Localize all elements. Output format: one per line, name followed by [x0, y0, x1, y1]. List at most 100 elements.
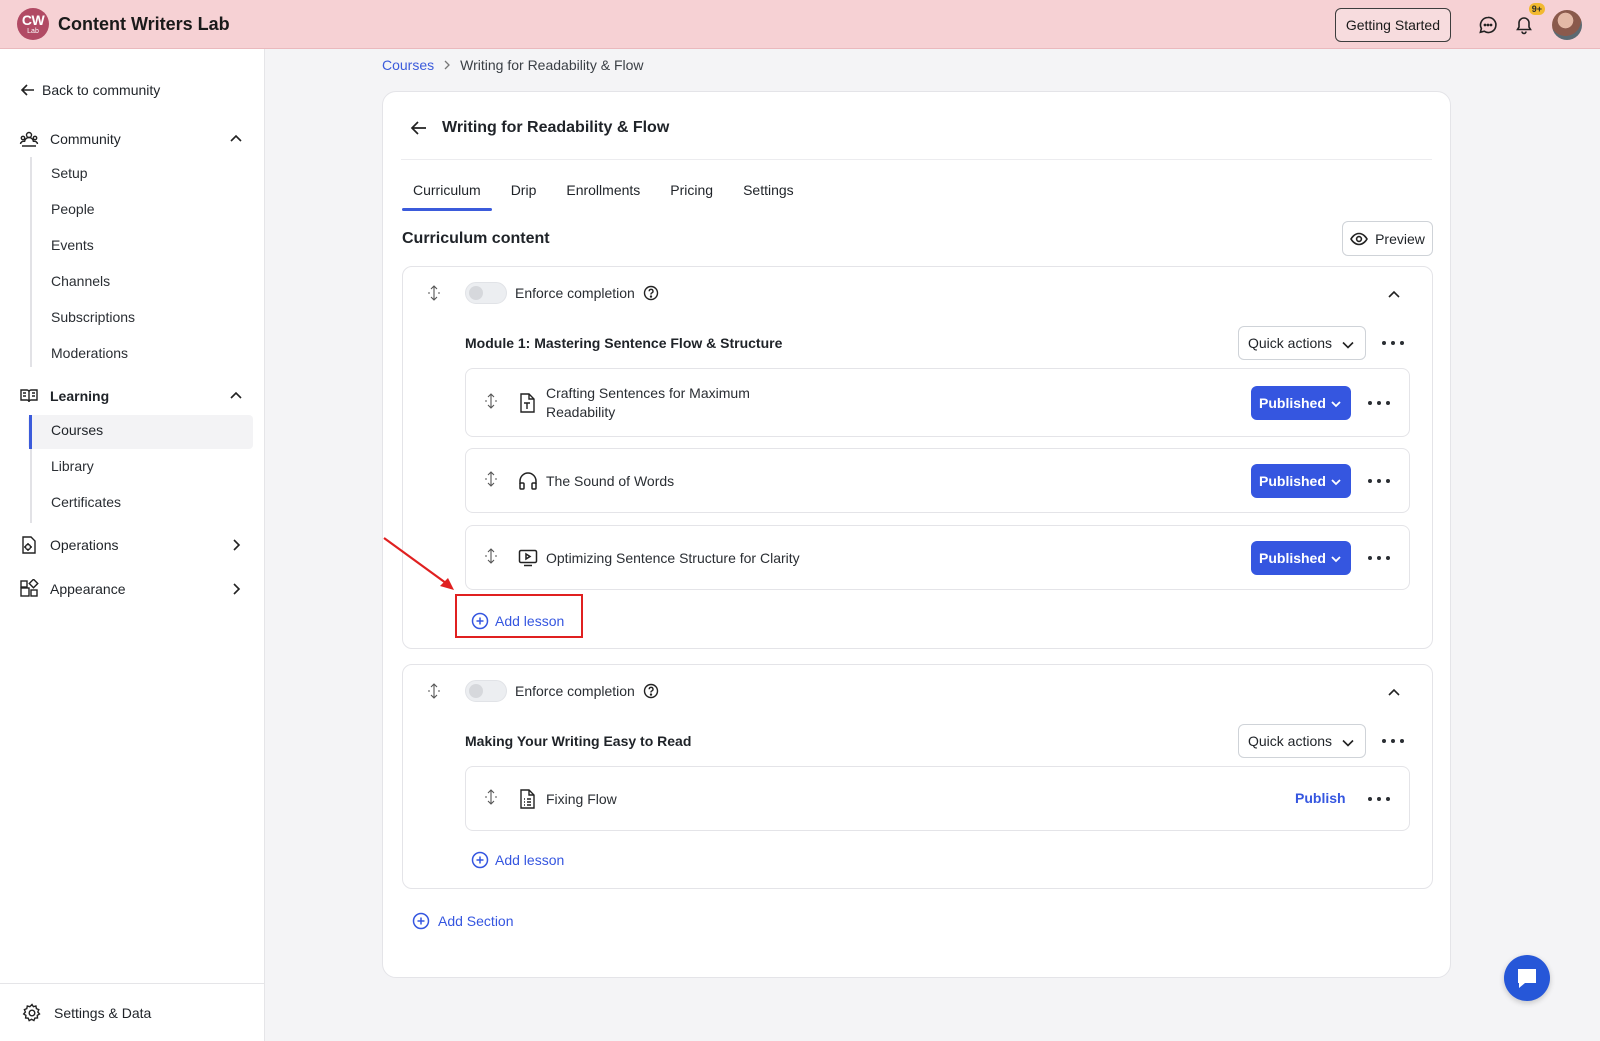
settings-data-label: Settings & Data	[54, 1004, 152, 1021]
video-icon	[518, 549, 538, 567]
nav-group-operations[interactable]: Operations	[18, 534, 250, 556]
sidebar-item-library[interactable]: Library	[51, 458, 94, 474]
tab-curriculum[interactable]: Curriculum	[402, 182, 492, 211]
status-label: Published	[1259, 395, 1326, 411]
lesson-more-icon[interactable]	[1368, 475, 1390, 487]
lesson-title: Crafting Sentences for Maximum Readabili…	[546, 384, 750, 422]
support-chat-button[interactable]	[1504, 955, 1550, 1001]
sidebar-item-people[interactable]: People	[51, 201, 95, 217]
section-title: Making Your Writing Easy to Read	[465, 733, 692, 749]
lesson-more-icon[interactable]	[1368, 397, 1390, 409]
nav-group-community[interactable]: Community	[18, 128, 250, 150]
user-avatar[interactable]	[1552, 9, 1582, 40]
drag-handle-icon[interactable]	[427, 285, 441, 301]
operations-label: Operations	[50, 537, 119, 553]
logo-text: CW	[21, 12, 45, 28]
quick-actions-dropdown[interactable]: Quick actions	[1238, 724, 1366, 758]
curriculum-section: Enforce completion Module 1: Mastering S…	[402, 266, 1433, 649]
tab-enrollments[interactable]: Enrollments	[566, 182, 640, 210]
quick-actions-dropdown[interactable]: Quick actions	[1238, 326, 1366, 360]
sidebar-item-courses[interactable]: Courses	[51, 422, 103, 438]
preview-button[interactable]: Preview	[1342, 221, 1433, 256]
lesson-row[interactable]: Optimizing Sentence Structure for Clarit…	[465, 525, 1410, 590]
plus-circle-icon	[412, 912, 430, 930]
chevron-right-icon[interactable]	[228, 581, 244, 597]
sidebar-item-channels[interactable]: Channels	[51, 273, 110, 289]
course-tabs: Curriculum Drip Enrollments Pricing Sett…	[402, 182, 824, 211]
app-title[interactable]: Content Writers Lab	[58, 14, 230, 35]
section-title: Module 1: Mastering Sentence Flow & Stru…	[465, 335, 783, 351]
lesson-title: The Sound of Words	[546, 473, 675, 489]
appearance-label: Appearance	[50, 581, 126, 597]
annotation-highlight-box	[455, 594, 583, 638]
published-status-dropdown[interactable]: Published	[1251, 464, 1351, 498]
help-icon[interactable]	[643, 285, 659, 301]
curriculum-heading: Curriculum content	[402, 230, 550, 247]
status-label: Published	[1259, 550, 1326, 566]
chevron-down-icon	[1331, 556, 1341, 563]
lesson-title-line-2: Readability	[546, 404, 616, 420]
chat-bubble-icon	[1518, 969, 1536, 988]
section-more-icon[interactable]	[1382, 735, 1404, 747]
settings-data-link[interactable]: Settings & Data	[0, 983, 264, 1041]
chevron-right-icon[interactable]	[228, 537, 244, 553]
notifications-bell-icon[interactable]: 9+	[1512, 2, 1545, 37]
arrow-left-icon[interactable]	[410, 119, 428, 137]
chevron-down-icon	[1342, 341, 1354, 349]
appearance-icon	[18, 578, 40, 600]
lesson-more-icon[interactable]	[1368, 793, 1390, 805]
lesson-more-icon[interactable]	[1368, 552, 1390, 564]
getting-started-button[interactable]: Getting Started	[1334, 7, 1451, 42]
drag-handle-icon[interactable]	[427, 683, 441, 699]
lesson-title: Fixing Flow	[546, 791, 617, 807]
sidebar-item-moderations[interactable]: Moderations	[51, 345, 128, 361]
published-status-dropdown[interactable]: Published	[1251, 541, 1351, 575]
tab-settings[interactable]: Settings	[743, 182, 794, 210]
chevron-up-icon[interactable]	[1386, 287, 1402, 303]
course-card: Writing for Readability & Flow Curriculu…	[382, 91, 1451, 978]
publish-button[interactable]: Publish	[1295, 790, 1346, 806]
app-logo[interactable]: CW Lab	[17, 8, 49, 40]
chat-icon[interactable]	[1476, 13, 1500, 37]
lesson-row[interactable]: The Sound of Words Published	[465, 448, 1410, 513]
section-more-icon[interactable]	[1382, 337, 1404, 349]
drag-handle-icon[interactable]	[484, 471, 498, 487]
drag-handle-icon[interactable]	[484, 548, 498, 564]
nav-group-learning[interactable]: Learning	[18, 385, 250, 407]
breadcrumb-courses-link[interactable]: Courses	[382, 57, 434, 73]
document-icon	[520, 789, 535, 809]
quick-actions-label: Quick actions	[1248, 733, 1333, 749]
chevron-down-icon	[1331, 401, 1341, 408]
chevron-up-icon[interactable]	[228, 388, 244, 404]
sidebar-active-indicator	[29, 415, 32, 449]
chevron-down-icon	[1342, 739, 1354, 747]
drag-handle-icon[interactable]	[484, 393, 498, 409]
help-icon[interactable]	[643, 683, 659, 699]
back-to-community-link[interactable]: Back to community	[20, 82, 160, 98]
add-section-button[interactable]: Add Section	[412, 912, 514, 930]
sidebar-item-setup[interactable]: Setup	[51, 165, 88, 181]
chevron-up-icon[interactable]	[228, 131, 244, 147]
drag-handle-icon[interactable]	[484, 789, 498, 805]
chevron-right-icon	[442, 57, 452, 73]
sidebar-item-certificates[interactable]: Certificates	[51, 494, 121, 510]
add-lesson-button[interactable]: Add lesson	[471, 851, 564, 869]
enforce-completion: Enforce completion	[515, 683, 659, 699]
tab-drip[interactable]: Drip	[511, 182, 537, 210]
published-status-dropdown[interactable]: Published	[1251, 386, 1351, 420]
lesson-row[interactable]: Crafting Sentences for Maximum Readabili…	[465, 368, 1410, 437]
breadcrumb-current: Writing for Readability & Flow	[460, 57, 644, 73]
enforce-completion-toggle[interactable]	[465, 282, 507, 304]
chevron-up-icon[interactable]	[1386, 685, 1402, 701]
arrow-left-icon	[20, 84, 34, 96]
enforce-completion-toggle[interactable]	[465, 680, 507, 702]
gear-icon	[22, 1002, 41, 1022]
sidebar-item-subscriptions[interactable]: Subscriptions	[51, 309, 135, 325]
tab-pricing[interactable]: Pricing	[670, 182, 713, 210]
annotation-arrow	[383, 537, 454, 590]
nav-group-appearance[interactable]: Appearance	[18, 578, 250, 600]
notifications-badge: 9+	[1528, 2, 1545, 15]
enforce-completion-label: Enforce completion	[515, 285, 635, 301]
sidebar-item-events[interactable]: Events	[51, 237, 94, 253]
lesson-row[interactable]: Fixing Flow Publish	[465, 766, 1410, 831]
